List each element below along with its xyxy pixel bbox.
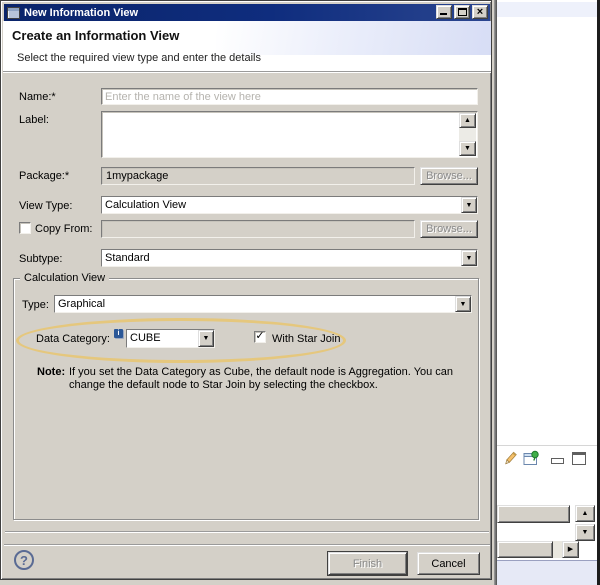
background-toolbar-divider [497, 445, 597, 446]
info-icon[interactable]: i [114, 329, 123, 338]
page-title: Create an Information View [12, 28, 179, 43]
cancel-button[interactable]: Cancel [417, 552, 480, 575]
group-legend: Calculation View [20, 272, 109, 284]
copy-from-label: Copy From: [35, 223, 92, 235]
chevron-right-icon: ▶ [568, 546, 573, 553]
banner-divider [3, 71, 491, 72]
close-icon: × [473, 6, 487, 18]
chevron-down-icon: ▼ [203, 335, 210, 342]
background-hscrollbar-track[interactable] [553, 541, 562, 558]
chevron-down-icon: ▼ [464, 145, 471, 152]
background-window: ▲ ▼ ▶ [492, 0, 600, 585]
subtype-select[interactable]: Standard ▼ [101, 249, 478, 267]
with-star-join-label: With Star Join [272, 333, 340, 345]
background-status-strip [497, 560, 597, 585]
label-scrollbar[interactable]: ▲ ▼ [459, 113, 476, 156]
new-information-view-dialog: New Information View × Create an Informa… [0, 0, 492, 580]
view-minimize-icon[interactable] [551, 458, 564, 464]
note-label: Note: [37, 366, 65, 378]
chevron-down-icon: ▼ [460, 301, 467, 308]
view-type-label: View Type: [19, 200, 72, 212]
copy-from-browse-button[interactable]: Browse... [420, 220, 478, 238]
window-controls: × [436, 5, 488, 19]
view-type-select[interactable]: Calculation View ▼ [101, 196, 478, 214]
view-type-dropdown-button[interactable]: ▼ [461, 197, 477, 213]
desktop-strip [0, 580, 492, 585]
with-star-join-checkbox[interactable]: ✓ [254, 331, 266, 343]
package-field: 1mypackage [101, 167, 415, 185]
subtype-dropdown-button[interactable]: ▼ [461, 250, 477, 266]
chevron-up-icon: ▲ [582, 510, 589, 517]
chevron-down-icon: ▼ [466, 255, 473, 262]
type-label: Type: [22, 299, 49, 311]
help-icon: ? [20, 553, 28, 568]
chevron-down-icon: ▼ [466, 202, 473, 209]
chevron-down-icon: ▼ [582, 529, 589, 536]
help-button[interactable]: ? [14, 550, 34, 570]
copy-from-checkbox[interactable] [19, 222, 31, 234]
edit-pencil-icon[interactable] [502, 451, 518, 467]
content-bottom-divider [5, 531, 489, 532]
banner-gradient [216, 21, 491, 55]
page-subtitle: Select the required view type and enter … [17, 52, 261, 64]
calculation-view-group: Calculation View Type: Graphical ▼ [13, 278, 479, 520]
package-value: 1mypackage [106, 170, 168, 182]
scroll-down-button[interactable]: ▼ [575, 524, 595, 541]
chevron-up-icon: ▲ [464, 117, 471, 124]
type-select[interactable]: Graphical ▼ [54, 295, 472, 313]
dialog-titlebar[interactable]: New Information View [4, 4, 490, 21]
data-category-label: Data Category: [36, 333, 110, 345]
check-icon: ✓ [255, 331, 264, 341]
maximize-button[interactable] [454, 5, 470, 19]
type-dropdown-button[interactable]: ▼ [455, 296, 471, 312]
footer-divider [4, 544, 490, 545]
package-browse-button[interactable]: Browse... [420, 167, 478, 185]
minimize-button[interactable] [436, 5, 452, 19]
scroll-right-button[interactable]: ▶ [562, 541, 579, 558]
scroll-up-button[interactable]: ▲ [575, 505, 595, 522]
view-maximize-icon[interactable] [572, 452, 586, 465]
background-header-strip [497, 2, 597, 17]
data-category-dropdown-button[interactable]: ▼ [198, 330, 214, 347]
dialog-title: New Information View [24, 7, 138, 19]
label-textarea[interactable]: ▲ ▼ [101, 111, 478, 158]
label-label: Label: [19, 114, 49, 126]
wizard-banner: Create an Information View Select the re… [3, 21, 491, 71]
data-category-select[interactable]: CUBE ▼ [126, 329, 215, 348]
pin-note-icon[interactable] [523, 450, 540, 466]
view-type-value: Calculation View [102, 197, 461, 213]
data-category-value: CUBE [127, 330, 198, 347]
maximize-icon [458, 8, 467, 16]
copy-from-field [101, 220, 415, 238]
note-text: If you set the Data Category as Cube, th… [69, 366, 461, 392]
package-label: Package:* [19, 170, 69, 182]
name-input[interactable] [101, 88, 478, 105]
background-scrollbar-track[interactable] [497, 505, 570, 523]
label-scroll-up-button[interactable]: ▲ [459, 113, 476, 128]
window-icon [7, 7, 20, 19]
close-button[interactable]: × [472, 5, 488, 19]
name-label: Name:* [19, 91, 56, 103]
finish-button[interactable]: Finish [328, 552, 407, 575]
label-scroll-track[interactable] [459, 128, 476, 141]
subtype-label: Subtype: [19, 253, 62, 265]
minimize-icon [440, 13, 447, 15]
background-hscrollbar-thumb[interactable] [497, 541, 553, 558]
subtype-value: Standard [102, 250, 461, 266]
screenshot-root: ▲ ▼ ▶ New Information View × Create an I… [0, 0, 600, 585]
type-value: Graphical [55, 296, 455, 312]
background-window-border [494, 0, 497, 585]
label-scroll-down-button[interactable]: ▼ [459, 141, 476, 156]
